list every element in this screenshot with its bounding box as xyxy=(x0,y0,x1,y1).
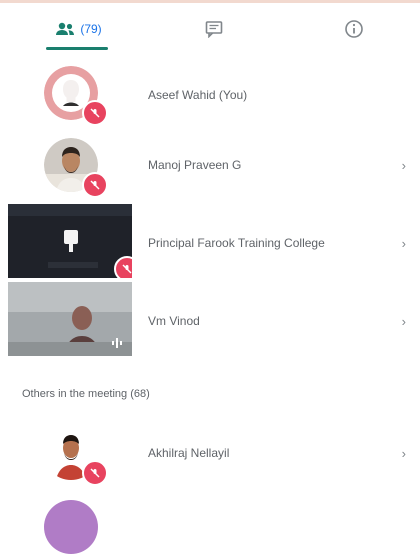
video-tile xyxy=(8,282,132,356)
video-tile xyxy=(8,204,132,278)
participant-name: Manoj Praveen G xyxy=(148,158,242,172)
tab-chat[interactable] xyxy=(196,11,232,47)
participant-row[interactable]: Vm Vinod › xyxy=(0,282,420,360)
others-section-header: Others in the meeting (68) xyxy=(22,388,150,400)
active-tab-indicator xyxy=(46,47,108,50)
chevron-right-icon[interactable]: › xyxy=(402,126,406,204)
participant-name: Aseef Wahid (You) xyxy=(148,88,248,102)
mic-off-icon xyxy=(82,100,108,126)
participant-row[interactable]: Aseef Wahid (You) xyxy=(0,56,420,134)
chevron-right-icon[interactable]: › xyxy=(402,282,406,360)
participant-name: Vm Vinod xyxy=(148,314,200,328)
tab-people[interactable]: (79) xyxy=(40,11,116,47)
participant-row[interactable]: Principal Farook Training College › xyxy=(0,204,420,282)
chevron-right-icon[interactable]: › xyxy=(402,204,406,282)
people-count: (79) xyxy=(80,22,102,36)
chevron-right-icon[interactable]: › xyxy=(402,414,406,492)
participant-row[interactable]: Manoj Praveen G › xyxy=(0,126,420,204)
participant-name: Principal Farook Training College xyxy=(148,236,325,250)
people-icon xyxy=(56,22,75,35)
tab-info[interactable] xyxy=(336,11,372,47)
participant-name: Akhilraj Nellayil xyxy=(148,446,230,460)
audio-level-icon xyxy=(112,338,122,348)
avatar xyxy=(44,500,98,554)
tab-bar: (79) xyxy=(0,3,420,53)
mic-off-icon xyxy=(82,460,108,486)
participant-row[interactable]: Akhilraj Nellayil › xyxy=(0,414,420,492)
mic-off-icon xyxy=(114,256,132,278)
info-icon xyxy=(345,20,363,38)
mic-off-icon xyxy=(82,172,108,198)
chat-icon xyxy=(205,21,223,38)
